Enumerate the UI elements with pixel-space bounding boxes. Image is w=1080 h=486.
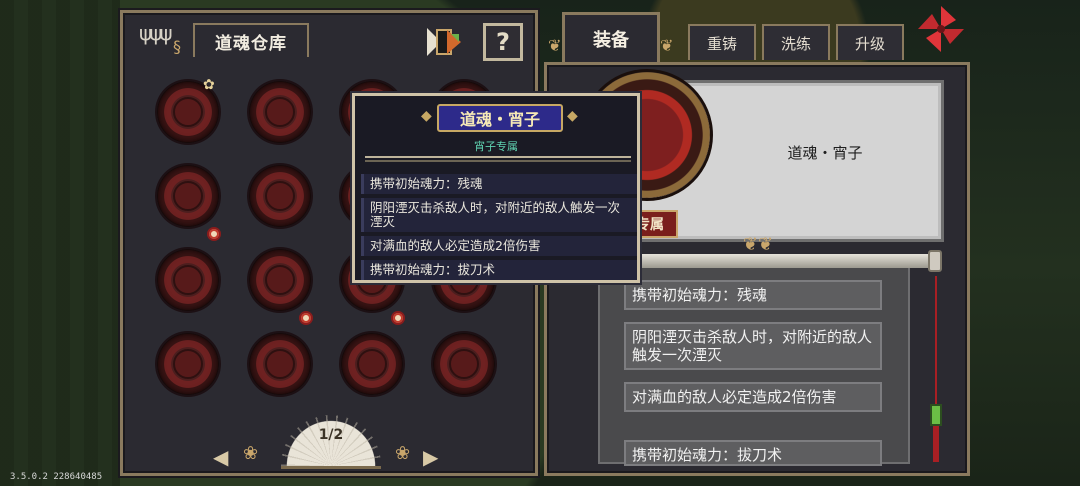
version-label: 3.5.0.2 228640485 (10, 472, 103, 482)
effect-row: 阴阳湮灭击杀敌人时，对附近的敌人触发一次湮灭 (624, 322, 882, 370)
tassel-icon (930, 276, 942, 466)
effect-row: 对满血的敌人必定造成2倍伤害 (624, 382, 882, 412)
soul-portrait-icon (173, 181, 203, 211)
tooltip-subtitle: 宵子专属 (474, 140, 518, 153)
scroll-ornament-icon: § (173, 37, 181, 56)
cloud-ornament-icon: ❀ (243, 443, 259, 464)
page-indicator: 1/2 (318, 427, 344, 443)
help-button[interactable]: ? (483, 23, 523, 61)
soul-portrait-icon (449, 349, 479, 379)
soul-slot[interactable] (341, 333, 403, 395)
warehouse-title: 道魂仓库 (193, 23, 309, 57)
tab-upgrade[interactable]: 升级 (836, 24, 904, 60)
jade-icon (930, 404, 942, 426)
soul-slot[interactable] (249, 81, 311, 143)
soul-slot[interactable] (157, 249, 219, 311)
soul-portrait-icon (357, 349, 387, 379)
tooltip-line: 携带初始魂力：拔刀术 (361, 260, 637, 280)
forks-icon: ψψψ (139, 21, 173, 45)
tab-refine[interactable]: 洗练 (762, 24, 830, 60)
close-pinwheel-icon[interactable] (916, 4, 966, 54)
tooltip-divider (365, 156, 631, 162)
soul-portrait-icon (173, 349, 203, 379)
new-dot-badge (391, 311, 405, 325)
fan-icon: 1/2 (281, 415, 381, 469)
soul-slot[interactable] (249, 249, 311, 311)
tab-reforge[interactable]: 重铸 (688, 24, 756, 60)
soul-slot[interactable] (157, 165, 219, 227)
cloud-ornament-icon: ❦ (660, 36, 674, 55)
soul-portrait-icon (265, 181, 295, 211)
soul-tooltip: ◆ 道魂・宵子 ◆ 宵子专属 携带初始魂力：残魂 阴阳湮灭击杀敌人时，对附近的敌… (352, 93, 640, 283)
bookmark-icon[interactable] (425, 25, 463, 59)
soul-portrait-icon (265, 265, 295, 295)
scroll-rod (592, 254, 938, 268)
tooltip-line: 携带初始魂力：残魂 (361, 174, 637, 194)
soul-portrait-icon (265, 97, 295, 127)
cloud-divider-icon: ❦❦ (742, 234, 774, 255)
effect-row: 携带初始魂力：残魂 (624, 280, 882, 310)
cloud-ornament-icon: ◆ (567, 108, 578, 124)
soul-portrait-icon (173, 97, 203, 127)
soul-slot[interactable] (249, 333, 311, 395)
tassel-tail (933, 426, 939, 462)
next-page-button[interactable]: ▶ (423, 445, 438, 469)
soul-portrait-icon (265, 349, 295, 379)
equipped-item-name: 道魂・宵子 (787, 144, 863, 162)
effect-row: 携带初始魂力：拔刀术 (624, 440, 882, 466)
soul-slot[interactable] (433, 333, 495, 395)
prev-page-button[interactable]: ◀ (213, 445, 228, 469)
cloud-ornament-icon: ❀ (395, 443, 411, 464)
soul-slot[interactable] (249, 165, 311, 227)
new-dot-badge (299, 311, 313, 325)
tooltip-line: 对满血的敌人必定造成2倍伤害 (361, 236, 637, 256)
cloud-ornament-icon: ◆ (421, 108, 432, 124)
tab-equip[interactable]: 装备 (562, 12, 660, 62)
soul-portrait-icon (173, 265, 203, 295)
tooltip-title: 道魂・宵子 (437, 104, 563, 132)
scroll-knob-icon (928, 250, 942, 272)
tooltip-line: 阴阳湮灭击杀敌人时，对附近的敌人触发一次湮灭 (361, 198, 637, 232)
star-icon: ✿ (203, 77, 215, 93)
background-tiles (0, 0, 120, 486)
new-dot-badge (207, 227, 221, 241)
soul-slot[interactable] (157, 333, 219, 395)
tassel-cord (935, 276, 937, 406)
cloud-ornament-icon: ❦ (548, 36, 562, 55)
